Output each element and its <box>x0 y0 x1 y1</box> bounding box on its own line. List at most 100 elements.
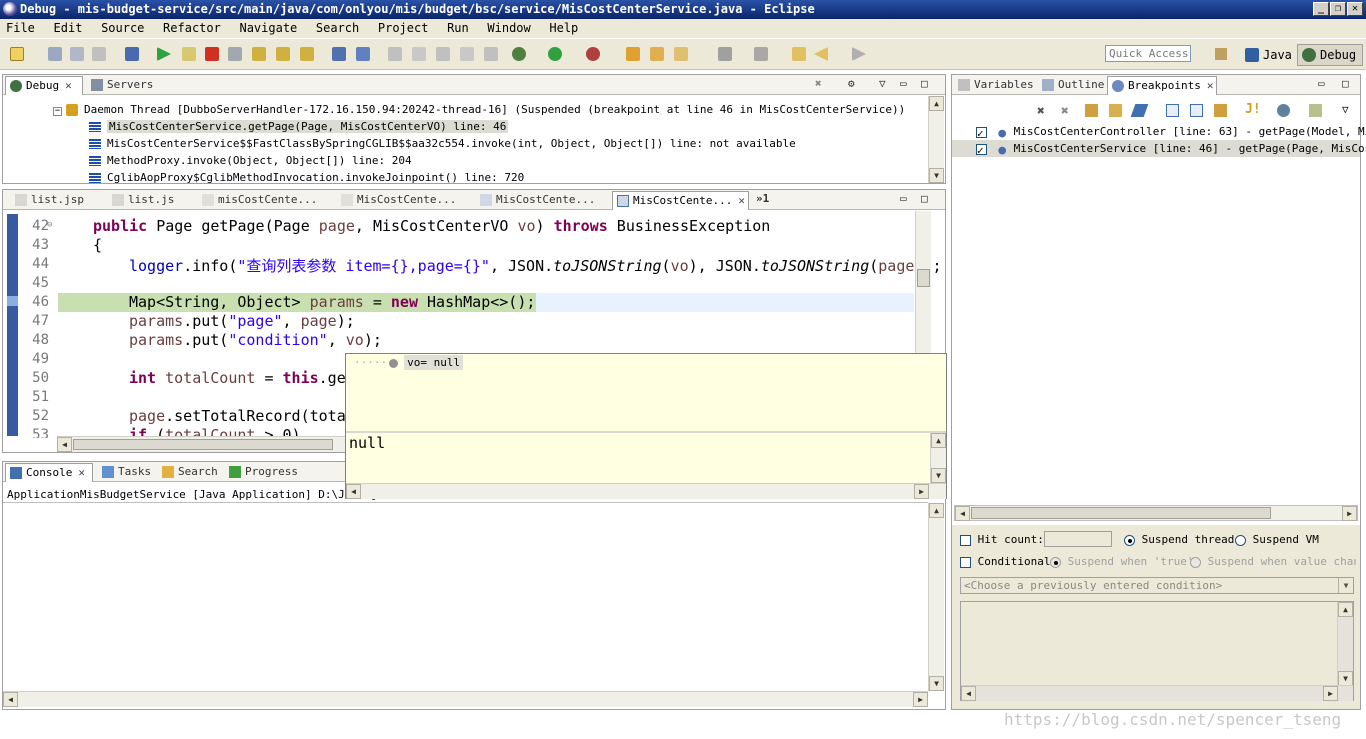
stack-frame[interactable]: CglibAopProxy$CglibMethodInvocation.invo… <box>89 169 524 183</box>
link-with-debug-icon[interactable] <box>1214 104 1227 117</box>
more-tabs-indicator[interactable]: »1 <box>756 192 769 205</box>
code-line[interactable]: logger.info("查询列表参数 item={},page={}", JS… <box>129 255 942 276</box>
stack-frame[interactable]: MethodProxy.invoke(Object, Object[]) lin… <box>89 152 412 169</box>
condition-vertical-scrollbar[interactable]: ▲ ▼ <box>1337 602 1353 686</box>
drop-to-frame-icon[interactable] <box>332 47 346 61</box>
maximize-button[interactable]: ❐ <box>1330 2 1346 16</box>
group-by-icon[interactable] <box>1277 104 1290 117</box>
scroll-down-icon[interactable]: ▼ <box>929 168 944 183</box>
suspend-vm-radio[interactable] <box>1235 534 1246 546</box>
minimize-view-icon[interactable]: ▭ <box>900 77 907 90</box>
menu-file[interactable]: File <box>6 19 35 38</box>
scroll-thumb[interactable] <box>917 269 930 287</box>
fold-icon[interactable]: ⊖ <box>47 220 52 230</box>
minimize-view-icon[interactable]: ▭ <box>1318 77 1325 90</box>
new-icon[interactable] <box>10 47 24 61</box>
menu-refactor[interactable]: Refactor <box>163 19 221 38</box>
java-exception-icon[interactable]: J! <box>1245 102 1261 117</box>
breakpoint-item[interactable]: MisCostCenterService [line: 46] - getPag… <box>976 140 1366 159</box>
close-icon[interactable]: ✕ <box>78 464 85 482</box>
menu-navigate[interactable]: Navigate <box>239 19 297 38</box>
forward-icon[interactable] <box>852 47 866 61</box>
menu-help[interactable]: Help <box>549 19 578 38</box>
code-line[interactable]: page.setTotalRecord(tota <box>129 407 346 425</box>
popup-sash[interactable] <box>346 431 946 433</box>
debug-vertical-scrollbar[interactable]: ▲ ▼ <box>928 96 944 183</box>
add-breakpoint-icon[interactable] <box>1309 104 1322 117</box>
scroll-down-icon[interactable]: ▼ <box>931 468 946 483</box>
remove-breakpoint-icon[interactable]: ✖ <box>1037 104 1045 119</box>
code-line[interactable]: int totalCount = this.ge <box>129 369 346 387</box>
menu-edit[interactable]: Edit <box>54 19 83 38</box>
go-to-file-icon[interactable] <box>1109 104 1122 117</box>
scroll-right-icon[interactable]: ▶ <box>1323 686 1338 701</box>
close-window-button[interactable]: ✕ <box>1347 2 1363 16</box>
scroll-left-icon[interactable]: ◀ <box>3 692 18 707</box>
menu-search[interactable]: Search <box>316 19 359 38</box>
code-line[interactable]: { <box>93 236 102 254</box>
inspect-tree-item[interactable]: ····· vo= null <box>354 355 464 370</box>
condition-horizontal-scrollbar[interactable]: ◀ ▶ <box>961 685 1353 701</box>
tab-breakpoints[interactable]: Breakpoints ✕ <box>1107 76 1217 95</box>
step-return-icon[interactable] <box>300 47 314 61</box>
skip-breakpoints-icon[interactable] <box>1130 104 1149 117</box>
breakpoint-item[interactable]: MisCostCenterController [line: 63] - get… <box>976 123 1366 142</box>
resume-icon[interactable] <box>157 47 171 61</box>
search-tool-icon[interactable] <box>674 47 688 61</box>
inspect-detail-text[interactable]: null <box>349 434 385 452</box>
tab-outline[interactable]: Outline <box>1038 76 1108 95</box>
code-line[interactable]: Map<String, Object> params = new HashMap… <box>129 293 535 311</box>
popup-vertical-scrollbar[interactable]: ▲ ▼ <box>930 433 946 483</box>
last-edit-icon[interactable] <box>792 47 806 61</box>
stack-frame[interactable]: MisCostCenterService$$FastClassBySpringC… <box>89 135 796 152</box>
condition-editor[interactable]: ▲ ▼ ◀ ▶ <box>960 601 1354 701</box>
tab-search[interactable]: Search <box>158 463 223 482</box>
perspective-debug[interactable]: Debug <box>1297 44 1364 66</box>
external-tools-icon[interactable] <box>586 47 600 61</box>
suspend-when-true-radio[interactable] <box>1050 556 1061 568</box>
menu-project[interactable]: Project <box>378 19 429 38</box>
thread-node[interactable]: − Daemon Thread [DubboServerHandler-172.1… <box>53 101 905 118</box>
remove-all-breakpoints-icon[interactable]: ✖ <box>1061 104 1069 119</box>
menu-window[interactable]: Window <box>487 19 530 38</box>
scroll-left-icon[interactable]: ◀ <box>955 506 970 521</box>
tab-servers[interactable]: Servers <box>87 76 167 95</box>
show-breakpoints-icon[interactable] <box>1085 104 1098 117</box>
tab-miscostcenter-xml[interactable]: misCostCente... <box>198 191 317 210</box>
collapse-icon[interactable]: ⚙ <box>848 77 855 90</box>
tab-tasks[interactable]: Tasks <box>98 463 158 482</box>
quick-access-input[interactable]: Quick Access <box>1105 45 1191 62</box>
display-icon[interactable] <box>460 47 474 61</box>
use-step-filters-icon[interactable] <box>356 47 370 61</box>
tab-list-js[interactable]: list.js <box>108 191 188 210</box>
run-icon[interactable] <box>548 47 562 61</box>
suspend-vm-option[interactable]: Suspend VM <box>1235 533 1319 546</box>
hit-count-checkbox[interactable] <box>960 534 971 546</box>
close-icon[interactable]: ✕ <box>65 77 72 95</box>
popup-horizontal-scrollbar[interactable]: ◀ ▶ <box>346 483 946 499</box>
console-vertical-scrollbar[interactable]: ▲ ▼ <box>928 503 944 691</box>
scroll-thumb[interactable] <box>73 439 333 450</box>
step-over-icon[interactable] <box>276 47 290 61</box>
console-icon[interactable] <box>484 47 498 61</box>
code-line[interactable]: public Page getPage(Page page, MisCostCe… <box>93 217 770 235</box>
tab-miscostcenterservice[interactable]: MisCostCente... ✕ <box>612 191 749 210</box>
perspective-java[interactable]: Java <box>1240 44 1299 66</box>
scroll-up-icon[interactable]: ▲ <box>929 503 944 518</box>
menu-run[interactable]: Run <box>447 19 469 38</box>
conditional-checkbox[interactable] <box>960 556 971 568</box>
scroll-thumb[interactable] <box>971 507 1271 519</box>
view-menu-icon[interactable]: ▽ <box>879 77 886 90</box>
suspend-icon[interactable] <box>182 47 196 61</box>
tab-console[interactable]: Console ✕ <box>5 463 93 482</box>
prev-annotation-icon[interactable] <box>754 47 768 61</box>
editor-horizontal-scrollbar[interactable]: ◀ <box>57 436 347 452</box>
conditional-option[interactable]: Conditional <box>960 555 1050 568</box>
scroll-up-icon[interactable]: ▲ <box>1338 602 1353 617</box>
scroll-left-icon[interactable]: ◀ <box>346 484 361 499</box>
print-icon[interactable] <box>92 47 106 61</box>
tab-list-jsp[interactable]: list.jsp <box>11 191 91 210</box>
tab-variables[interactable]: Variables <box>954 76 1039 95</box>
code-line[interactable]: params.put("condition", vo); <box>129 331 382 349</box>
tab-miscostcenter-2[interactable]: MisCostCente... <box>337 191 457 210</box>
